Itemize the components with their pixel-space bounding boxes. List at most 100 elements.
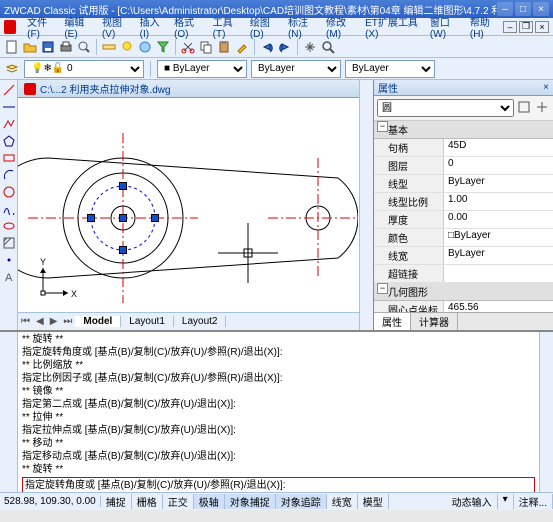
status-menu-button[interactable]: ▾ [498,494,514,509]
xline-icon[interactable] [1,99,16,114]
grip-point[interactable] [119,182,127,190]
mdi-close-button[interactable]: × [535,21,549,33]
arc-icon[interactable] [1,167,16,182]
prop-category[interactable]: 几何图形 [374,283,553,301]
prop-row[interactable]: 超链接 [374,265,553,283]
pan-icon[interactable] [302,39,318,55]
tab-properties[interactable]: 属性 [374,313,411,330]
pline-icon[interactable] [1,116,16,131]
layer-selector[interactable]: 💡❄🔓 0 [24,60,144,78]
menu-item[interactable]: 编辑(E) [59,14,97,40]
menu-item[interactable]: ET扩展工具(X) [360,14,425,40]
prop-value[interactable]: 1.00 [444,193,553,210]
mdi-restore-button[interactable]: ❐ [519,21,533,33]
prop-row[interactable]: 图层0 [374,157,553,175]
hatch-icon[interactable] [1,235,16,250]
prop-row[interactable]: 厚度0.00 [374,211,553,229]
rect-icon[interactable] [1,150,16,165]
status-toggle-栅格[interactable]: 栅格 [132,494,163,509]
menu-item[interactable]: 窗口(W) [425,14,465,40]
panel-close-icon[interactable]: × [543,82,549,93]
prop-value[interactable]: □ByLayer [444,229,553,246]
menu-item[interactable]: 标注(N) [283,14,321,40]
prop-category[interactable]: 基本 [374,121,553,139]
bulb-icon[interactable] [119,39,135,55]
new-icon[interactable] [4,39,20,55]
match-icon[interactable] [234,39,250,55]
status-toggle-正交[interactable]: 正交 [163,494,194,509]
prop-value[interactable]: 0 [444,157,553,174]
polygon-icon[interactable] [1,133,16,148]
open-icon[interactable] [22,39,38,55]
cut-icon[interactable] [180,39,196,55]
tab-prev-button[interactable]: ◀ [33,316,47,327]
grip-point[interactable] [87,214,95,222]
status-toggle-极轴[interactable]: 极轴 [194,494,225,509]
menu-item[interactable]: 插入(I) [135,14,169,40]
prop-row[interactable]: 颜色□ByLayer [374,229,553,247]
prop-value[interactable]: ByLayer [444,247,553,264]
menu-item[interactable]: 工具(T) [208,14,245,40]
ellipse-icon[interactable] [1,218,16,233]
print-icon[interactable] [58,39,74,55]
command-history[interactable]: ** 旋转 **指定旋转角度或 [基点(B)/复制(C)/放弃(U)/参照(R)… [18,332,539,492]
menu-item[interactable]: 帮助(H) [465,14,503,40]
prop-row[interactable]: 线宽ByLayer [374,247,553,265]
close-button[interactable]: × [533,2,549,16]
paste-icon[interactable] [216,39,232,55]
quickselect-icon[interactable] [516,99,532,115]
zoom-icon[interactable] [320,39,336,55]
mdi-minimize-button[interactable]: – [503,21,517,33]
filter-icon[interactable] [155,39,171,55]
menu-item[interactable]: 格式(O) [169,14,208,40]
status-toggle-模型[interactable]: 模型 [358,494,389,509]
tab-calculator[interactable]: 计算器 [411,313,458,330]
line-icon[interactable] [1,82,16,97]
circle-icon[interactable] [1,184,16,199]
linetype-selector[interactable]: ByLayer [251,60,341,78]
pickadd-icon[interactable] [534,99,550,115]
color-selector[interactable]: ■ ByLayer [157,60,247,78]
model-canvas[interactable]: XY [18,98,359,312]
preview-icon[interactable] [76,39,92,55]
copy-icon[interactable] [198,39,214,55]
lineweight-selector[interactable]: ByLayer [345,60,435,78]
tab-first-button[interactable]: ⏮ [18,316,33,327]
prop-row[interactable]: 圆心点坐标 X465.56 [374,301,553,312]
grip-point[interactable] [119,214,127,222]
document-tab[interactable]: C:\...2 利用夹点拉伸对象.dwg [18,80,359,98]
prop-value[interactable]: ByLayer [444,175,553,192]
tab-next-button[interactable]: ▶ [47,316,61,327]
text-icon[interactable]: A [1,269,16,284]
tab-model[interactable]: Model [75,316,121,327]
menu-item[interactable]: 修改(M) [321,14,360,40]
prop-value[interactable]: 465.56 [444,301,553,312]
cmd-scrollbar[interactable] [539,332,553,492]
prop-value[interactable]: 45D [444,139,553,156]
dyn-input-button[interactable]: 动态输入 [447,494,498,509]
point-icon[interactable] [1,252,16,267]
freeze-icon[interactable] [137,39,153,55]
tab-layout1[interactable]: Layout1 [121,316,174,327]
layer-icon[interactable] [101,39,117,55]
menu-item[interactable]: 视图(V) [97,14,135,40]
layer-manager-icon[interactable] [4,61,20,77]
annotation-button[interactable]: 注释... [514,494,553,509]
maximize-button[interactable]: □ [515,2,531,16]
undo-icon[interactable] [259,39,275,55]
tab-layout2[interactable]: Layout2 [174,316,227,327]
tab-last-button[interactable]: ⏭ [60,316,75,327]
menu-item[interactable]: 文件(F) [22,14,59,40]
spline-icon[interactable] [1,201,16,216]
prop-row[interactable]: 线型ByLayer [374,175,553,193]
prop-value[interactable] [444,265,553,282]
object-type-selector[interactable]: 圆 [377,99,514,117]
menu-item[interactable]: 绘图(D) [245,14,283,40]
status-toggle-线宽[interactable]: 线宽 [327,494,358,509]
coordinates-display[interactable]: 528.98, 109.30, 0.00 [0,496,101,507]
prop-value[interactable]: 0.00 [444,211,553,228]
status-toggle-对象捕捉[interactable]: 对象捕捉 [225,494,276,509]
properties-grid[interactable]: 基本句柄45D图层0线型ByLayer线型比例1.00厚度0.00颜色□ByLa… [374,121,553,312]
prop-row[interactable]: 句柄45D [374,139,553,157]
redo-icon[interactable] [277,39,293,55]
